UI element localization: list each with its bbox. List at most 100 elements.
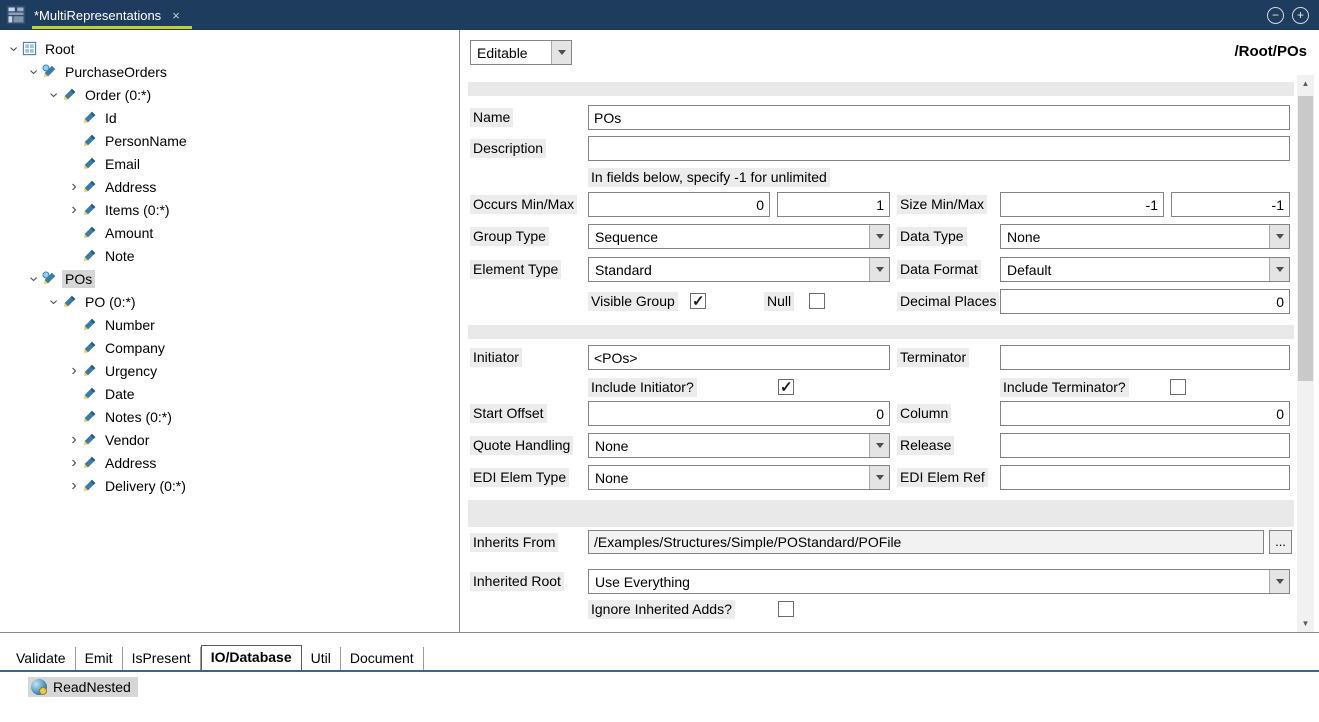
start-offset-input[interactable] bbox=[588, 401, 890, 426]
chevron-down-icon[interactable] bbox=[46, 295, 62, 309]
inherits-from-input[interactable] bbox=[588, 530, 1264, 554]
tree-node-note[interactable]: Note bbox=[0, 244, 459, 267]
tree-node-items[interactable]: Items (0:*) bbox=[0, 198, 459, 221]
tab-document[interactable]: Document bbox=[341, 647, 424, 670]
tree-node-notes[interactable]: Notes (0:*) bbox=[0, 405, 459, 428]
unlimited-hint: In fields below, specify -1 for unlimite… bbox=[588, 168, 830, 187]
tree-node-label: Address bbox=[102, 178, 159, 196]
release-input[interactable] bbox=[1000, 433, 1290, 458]
tree-node-po[interactable]: PO (0:*) bbox=[0, 290, 459, 313]
chevron-down-icon[interactable] bbox=[26, 272, 42, 286]
tree-node-date[interactable]: Date bbox=[0, 382, 459, 405]
terminator-label: Terminator bbox=[897, 348, 969, 367]
tab-ispresent[interactable]: IsPresent bbox=[123, 647, 201, 670]
chevron-right-icon[interactable] bbox=[66, 479, 82, 493]
tree-node-order[interactable]: Order (0:*) bbox=[0, 83, 459, 106]
chevron-down-icon bbox=[869, 258, 889, 281]
vertical-scrollbar[interactable]: ▲ ▼ bbox=[1297, 75, 1314, 632]
group-type-combo[interactable]: Sequence bbox=[588, 224, 890, 249]
tree-node-id[interactable]: Id bbox=[0, 106, 459, 129]
field-icon bbox=[82, 340, 97, 355]
data-type-combo[interactable]: None bbox=[1000, 224, 1290, 249]
description-input[interactable] bbox=[588, 136, 1290, 161]
edi-elem-type-combo[interactable]: None bbox=[588, 465, 890, 490]
tree-node-label: Order (0:*) bbox=[82, 86, 154, 104]
chevron-right-icon[interactable] bbox=[66, 364, 82, 378]
tree-node-company[interactable]: Company bbox=[0, 336, 459, 359]
tree-node-personname[interactable]: PersonName bbox=[0, 129, 459, 152]
tree-node-vendor[interactable]: Vendor bbox=[0, 428, 459, 451]
tree-node-delivery[interactable]: Delivery (0:*) bbox=[0, 474, 459, 497]
initiator-input[interactable] bbox=[588, 345, 890, 370]
tree-node-urgency[interactable]: Urgency bbox=[0, 359, 459, 382]
element-type-label: Element Type bbox=[470, 260, 561, 279]
section-separator bbox=[468, 325, 1294, 339]
chevron-down-icon[interactable] bbox=[46, 88, 62, 102]
minimize-button[interactable]: − bbox=[1267, 7, 1284, 24]
tree-node-label: PO (0:*) bbox=[82, 293, 139, 311]
tab-validate[interactable]: Validate bbox=[7, 647, 76, 670]
include-terminator-checkbox[interactable] bbox=[1170, 379, 1186, 395]
chevron-down-icon[interactable] bbox=[26, 65, 42, 79]
data-format-label: Data Format bbox=[897, 260, 981, 279]
field-icon bbox=[82, 156, 97, 171]
main-divider bbox=[0, 632, 1319, 646]
tab-emit[interactable]: Emit bbox=[76, 647, 123, 670]
size-min-input[interactable] bbox=[1000, 192, 1164, 217]
properties-form: Editable /Root/POs Name Description In f… bbox=[461, 30, 1319, 632]
decimal-places-input[interactable] bbox=[1000, 289, 1290, 314]
data-format-combo[interactable]: Default bbox=[1000, 257, 1290, 282]
column-input[interactable] bbox=[1000, 401, 1290, 426]
chevron-right-icon[interactable] bbox=[66, 203, 82, 217]
tree-node-label: Vendor bbox=[102, 431, 152, 449]
tree-node-label: Amount bbox=[102, 224, 156, 242]
tree-node-purchaseorders[interactable]: PurchaseOrders bbox=[0, 60, 459, 83]
visible-group-checkbox[interactable] bbox=[690, 293, 706, 309]
chevron-right-icon[interactable] bbox=[66, 456, 82, 470]
field-icon bbox=[82, 455, 97, 470]
chevron-down-icon bbox=[1269, 570, 1289, 593]
terminator-input[interactable] bbox=[1000, 345, 1290, 370]
tree-node-email[interactable]: Email bbox=[0, 152, 459, 175]
tree-node-label: Note bbox=[102, 247, 138, 265]
chevron-right-icon[interactable] bbox=[66, 433, 82, 447]
tree-node-address2[interactable]: Address bbox=[0, 451, 459, 474]
inherits-from-label: Inherits From bbox=[470, 533, 558, 552]
size-max-input[interactable] bbox=[1171, 192, 1290, 217]
include-initiator-checkbox[interactable] bbox=[778, 379, 794, 395]
inherited-root-combo[interactable]: Use Everything bbox=[588, 569, 1290, 594]
name-input[interactable] bbox=[588, 105, 1290, 130]
tree-node-root[interactable]: Root bbox=[0, 37, 459, 60]
node-path: /Root/POs bbox=[1234, 43, 1307, 60]
tree-node-label: Date bbox=[102, 385, 138, 403]
tab-util[interactable]: Util bbox=[302, 647, 341, 670]
tree-node-number[interactable]: Number bbox=[0, 313, 459, 336]
element-type-combo[interactable]: Standard bbox=[588, 257, 890, 282]
scrollbar-thumb[interactable] bbox=[1298, 96, 1313, 381]
occurs-max-input[interactable] bbox=[777, 192, 890, 217]
occurs-min-input[interactable] bbox=[588, 192, 770, 217]
quote-handling-combo[interactable]: None bbox=[588, 433, 890, 458]
tree-node-amount[interactable]: Amount bbox=[0, 221, 459, 244]
tree-node-label: PersonName bbox=[102, 132, 190, 150]
tree-node-label: Delivery (0:*) bbox=[102, 477, 189, 495]
active-tab-underline bbox=[32, 26, 192, 29]
scrollbar-up-icon[interactable]: ▲ bbox=[1297, 75, 1314, 92]
tree-node-label: Items (0:*) bbox=[102, 201, 173, 219]
null-checkbox[interactable] bbox=[809, 293, 825, 309]
edit-mode-combo[interactable]: Editable bbox=[470, 40, 572, 65]
tree-node-pos[interactable]: POs bbox=[0, 267, 459, 290]
chevron-right-icon[interactable] bbox=[66, 180, 82, 194]
method-item[interactable]: ReadNested bbox=[28, 677, 138, 697]
chevron-down-icon bbox=[869, 466, 889, 489]
tree-node-address[interactable]: Address bbox=[0, 175, 459, 198]
document-tab[interactable]: *MultiRepresentations × bbox=[32, 0, 192, 30]
tab-close-icon[interactable]: × bbox=[172, 8, 180, 23]
scrollbar-down-icon[interactable]: ▼ bbox=[1297, 615, 1314, 632]
edi-elem-ref-input[interactable] bbox=[1000, 465, 1290, 490]
tab-io-database[interactable]: IO/Database bbox=[201, 645, 302, 670]
chevron-down-icon[interactable] bbox=[6, 42, 22, 56]
maximize-button[interactable]: + bbox=[1292, 7, 1309, 24]
ignore-inherited-adds-checkbox[interactable] bbox=[778, 601, 794, 617]
browse-button[interactable]: ... bbox=[1269, 530, 1292, 554]
